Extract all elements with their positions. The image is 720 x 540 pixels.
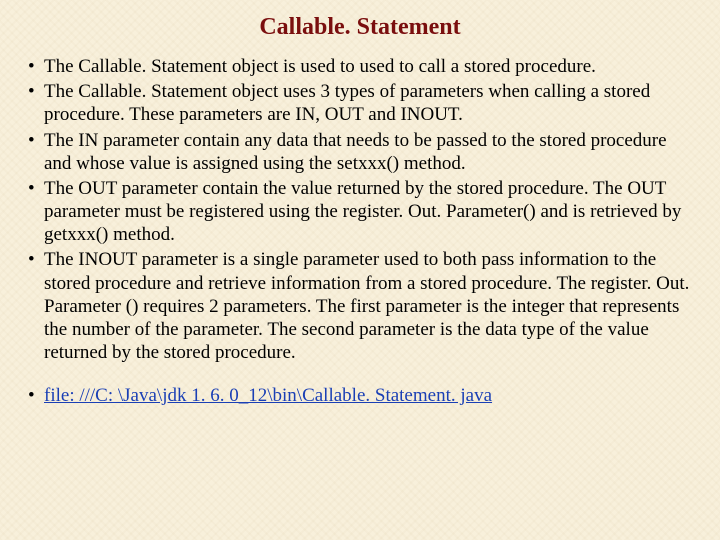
bullet-text: The Callable. Statement object uses 3 ty… — [44, 81, 650, 125]
bullet-text: The OUT parameter contain the value retu… — [44, 178, 681, 245]
bullet-list: The Callable. Statement object is used t… — [18, 55, 702, 364]
list-item: The Callable. Statement object is used t… — [26, 55, 696, 78]
list-item: The IN parameter contain any data that n… — [26, 129, 696, 175]
slide: Callable. Statement The Callable. Statem… — [0, 0, 720, 540]
slide-title: Callable. Statement — [18, 14, 702, 41]
spacer — [18, 366, 702, 384]
bullet-text: The IN parameter contain any data that n… — [44, 130, 667, 174]
list-item: file: ///C: \Java\jdk 1. 6. 0_12\bin\Cal… — [26, 384, 696, 407]
link-list: file: ///C: \Java\jdk 1. 6. 0_12\bin\Cal… — [18, 384, 702, 407]
bullet-text: The Callable. Statement object is used t… — [44, 56, 596, 77]
file-link[interactable]: file: ///C: \Java\jdk 1. 6. 0_12\bin\Cal… — [44, 385, 492, 406]
list-item: The Callable. Statement object uses 3 ty… — [26, 80, 696, 126]
bullet-text: The INOUT parameter is a single paramete… — [44, 249, 689, 363]
list-item: The INOUT parameter is a single paramete… — [26, 248, 696, 364]
list-item: The OUT parameter contain the value retu… — [26, 177, 696, 247]
